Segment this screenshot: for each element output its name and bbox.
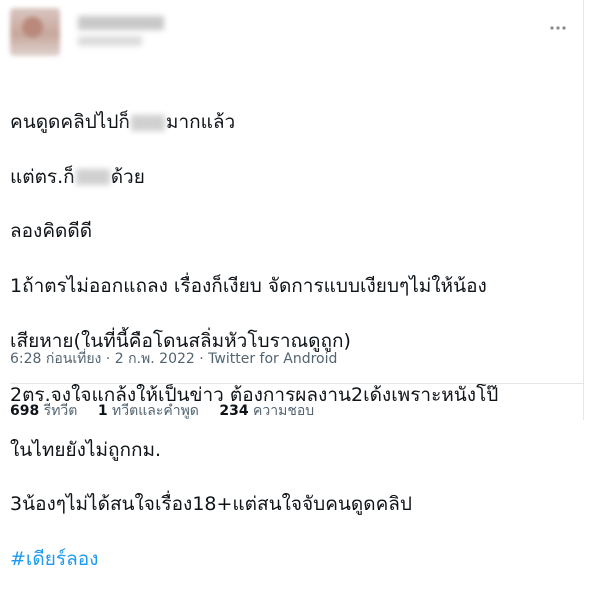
more-horizontal-icon[interactable] xyxy=(546,16,570,40)
engagement-stats: 698 รีทวีต 1 ทวีตและคำพูด 234 ความชอบ xyxy=(10,400,330,422)
divider xyxy=(10,383,584,384)
likes-stat[interactable]: 234 ความชอบ xyxy=(219,400,314,422)
quote-tweets-stat[interactable]: 1 ทวีตและคำพูด xyxy=(98,400,199,422)
tweet-text: คนดูดคลิปไปก็ มากแล้ว แต่ตร.ก็ ด้วย ลองคิด… xyxy=(10,82,576,601)
tweet-line-1-end: มากแล้ว xyxy=(165,111,236,134)
tweet-line-1-start: คนดูดคลิปไปก็ xyxy=(10,111,130,134)
hashtag-link[interactable]: #เดียร์ลอง xyxy=(10,546,576,573)
tweet-line-7: ในไทยยังไม่ถูกกม. xyxy=(10,438,162,461)
likes-count: 234 xyxy=(219,403,249,419)
avatar[interactable] xyxy=(10,8,60,56)
tweet-line-1: คนดูดคลิปไปก็ มากแล้ว xyxy=(10,109,576,136)
meta-separator: · xyxy=(194,351,209,367)
timestamp-link[interactable]: 6:28 ก่อนเที่ยง xyxy=(10,351,101,367)
tweet-line-3: ลองคิดดีดี xyxy=(10,220,93,243)
tweet-header xyxy=(10,6,570,58)
meta-separator: · xyxy=(101,351,115,367)
tweet-line-2-start: แต่ตร.ก็ xyxy=(10,165,75,188)
tweet-card: คนดูดคลิปไปก็ มากแล้ว แต่ตร.ก็ ด้วย ลองคิด… xyxy=(0,0,584,570)
redacted-word xyxy=(130,114,165,131)
quotes-label: ทวีตและคำพูด xyxy=(107,403,199,419)
retweets-count: 698 xyxy=(10,403,40,419)
more-icon-graphic xyxy=(550,26,566,30)
tweet-line-2: แต่ตร.ก็ ด้วย xyxy=(10,164,576,191)
likes-label: ความชอบ xyxy=(248,403,315,419)
redacted-word xyxy=(75,169,110,186)
retweets-stat[interactable]: 698 รีทวีต xyxy=(10,400,77,422)
retweets-label: รีทวีต xyxy=(39,403,78,419)
username-redacted[interactable] xyxy=(78,36,142,46)
tweet-line-4: 1ถ้าตรไม่ออกแถลง เรื่องก็เงียบ จัดการแบบ… xyxy=(10,275,487,298)
display-name-redacted[interactable] xyxy=(78,16,164,30)
source-link[interactable]: Twitter for Android xyxy=(208,351,337,367)
quotes-count: 1 xyxy=(97,403,108,419)
tweet-line-8: 3น้องๆไม่ได้สนใจเรื่อง18+แต่สนใจจับคนดูด… xyxy=(10,493,412,516)
tweet-metadata: 6:28 ก่อนเที่ยง · 2 ก.พ. 2022 · Twitter … xyxy=(10,348,337,370)
tweet-line-2-end: ด้วย xyxy=(110,165,145,188)
date-link[interactable]: 2 ก.พ. 2022 xyxy=(115,351,195,367)
